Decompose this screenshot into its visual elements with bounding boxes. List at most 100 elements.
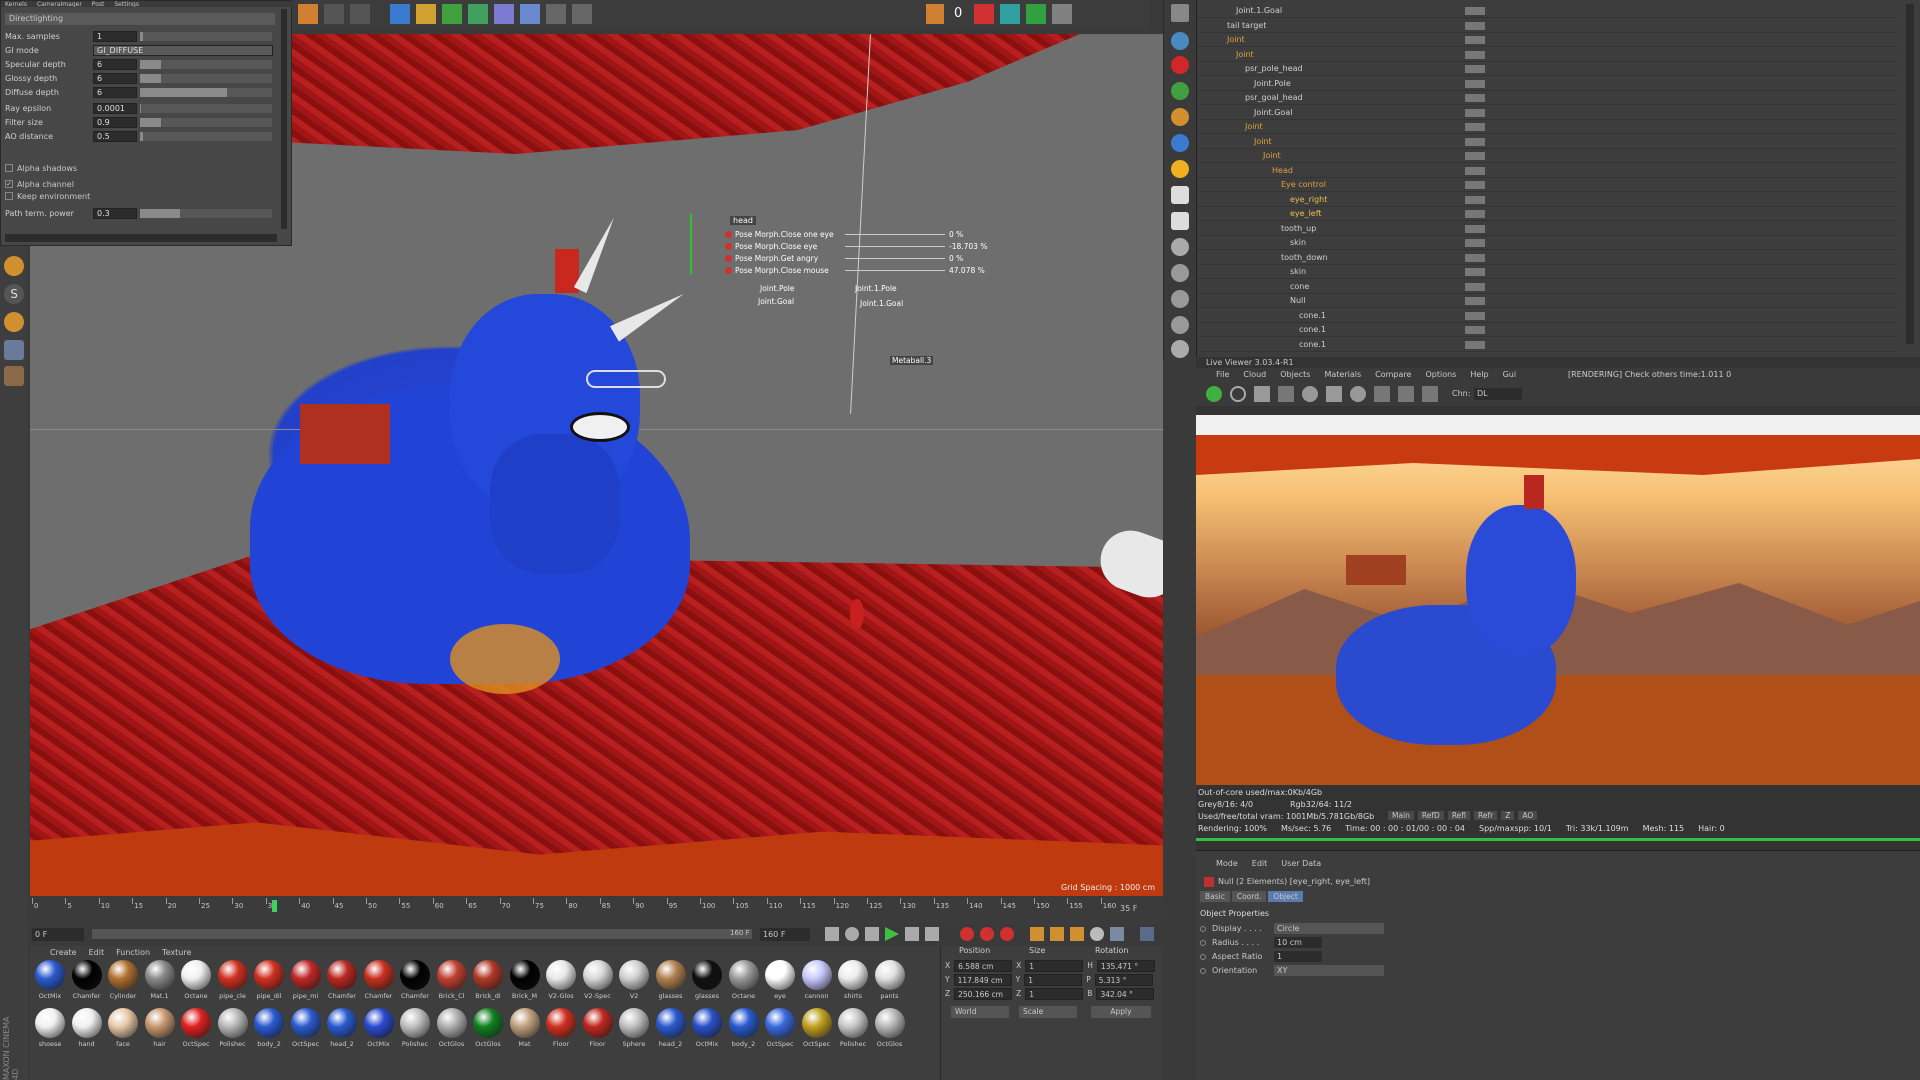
object-row[interactable]: Head (1197, 164, 1897, 178)
object-name[interactable]: psr_goal_head (1245, 91, 1303, 105)
hud-tag-metaball[interactable]: Metaball.3 (890, 356, 934, 365)
render-image[interactable] (1196, 415, 1920, 785)
object-row[interactable]: skin (1197, 265, 1897, 279)
pass-button[interactable]: Main (1388, 811, 1414, 820)
material-swatch[interactable]: head_2 (326, 1008, 358, 1054)
octane-live-icon[interactable] (974, 4, 994, 24)
hud-head-label[interactable]: head (730, 216, 756, 225)
object-row[interactable]: tooth_up (1197, 222, 1897, 236)
timeline-ruler[interactable]: 0510152025303540455055606570758085909510… (30, 898, 1163, 924)
material-swatch[interactable]: OctGlos (874, 1008, 906, 1054)
render-icon[interactable] (298, 4, 318, 24)
material-menu-item[interactable]: Texture (162, 946, 191, 960)
material-swatch[interactable]: Mat (509, 1008, 541, 1054)
coord-system-select[interactable]: World (951, 1006, 1009, 1018)
setting-slider[interactable] (140, 87, 272, 97)
setting-slider[interactable] (140, 59, 272, 69)
visibility-icon[interactable] (1465, 224, 1485, 233)
lv-menu-options[interactable]: Options (1425, 368, 1456, 382)
visibility-icon[interactable] (1465, 137, 1485, 146)
morph-track[interactable] (845, 269, 945, 271)
hud-morph-slider[interactable]: Pose Morph.Close eye -18.703 % (725, 240, 995, 252)
object-row[interactable]: cone.1 (1197, 309, 1897, 323)
object-name[interactable]: cone.1 (1299, 309, 1326, 323)
attr-menu-item[interactable]: Mode (1216, 859, 1238, 868)
start-frame-field[interactable]: 0 F (32, 928, 84, 941)
checkbox[interactable]: ✓ (5, 180, 13, 188)
setting-slider[interactable] (140, 131, 272, 141)
settings-tab-0[interactable]: Kernels (5, 1, 27, 7)
send-scene-icon[interactable] (1206, 386, 1222, 402)
restart-icon[interactable] (1230, 386, 1246, 402)
refresh-icon[interactable] (1171, 82, 1189, 100)
light-icon[interactable] (572, 4, 592, 24)
lv-menu-compare[interactable]: Compare (1375, 368, 1411, 382)
hud-tag-joint1-goal[interactable]: Joint.1.Goal (860, 299, 903, 308)
material-swatch[interactable]: Polishec (837, 1008, 869, 1054)
material-swatch[interactable]: Cylinder (107, 960, 139, 1006)
object-row[interactable]: Joint (1197, 120, 1897, 134)
gi-mode-select[interactable]: GI_DIFFUSE (93, 44, 273, 56)
settings-tab-3[interactable]: Settings (114, 1, 139, 7)
object-row[interactable]: Joint.Pole (1197, 77, 1897, 91)
material-swatch[interactable]: OctMix (34, 960, 66, 1006)
deformer-icon[interactable] (494, 4, 514, 24)
pla-key-icon[interactable] (1110, 927, 1124, 941)
visibility-icon[interactable] (1465, 297, 1485, 305)
anim-dot-icon[interactable] (1200, 953, 1206, 960)
material-swatch[interactable]: OctSpec (180, 1008, 212, 1054)
auto-key-icon[interactable] (980, 927, 994, 941)
visibility-icon[interactable] (1465, 282, 1485, 291)
snap-icon[interactable]: S (4, 284, 24, 304)
object-name[interactable]: Joint (1245, 120, 1263, 134)
hud-morph-slider[interactable]: Pose Morph.Close one eye 0 % (725, 228, 995, 240)
settings-icon[interactable] (1052, 4, 1072, 24)
y-axis-handle[interactable] (690, 214, 692, 274)
material-menu-item[interactable]: Function (116, 946, 150, 960)
visibility-icon[interactable] (1465, 326, 1485, 334)
lv-menu-file[interactable]: File (1216, 368, 1229, 382)
lv-menu-cloud[interactable]: Cloud (1243, 368, 1266, 382)
object-row[interactable]: tooth_down (1197, 251, 1897, 265)
object-row[interactable]: eye_right (1197, 193, 1897, 207)
material-swatch[interactable]: Brick_Cl (436, 960, 468, 1006)
render-view-icon[interactable] (324, 4, 344, 24)
visibility-icon[interactable] (1465, 50, 1485, 59)
material-swatch[interactable]: cannon (801, 960, 833, 1006)
material-swatch[interactable]: V2-Glos (545, 960, 577, 1006)
material-swatch[interactable]: glasses (691, 960, 723, 1006)
object-name[interactable]: Head (1272, 164, 1293, 178)
param-key-icon[interactable] (1090, 927, 1104, 941)
play-icon[interactable] (885, 927, 899, 941)
attr-menu-item[interactable]: Edit (1252, 859, 1268, 868)
pass-button[interactable]: AO (1518, 811, 1538, 820)
material-swatch[interactable]: hair (144, 1008, 176, 1054)
material-swatch[interactable]: Chamfer (71, 960, 103, 1006)
target-icon[interactable] (1171, 238, 1189, 256)
rotation-field[interactable]: 135.471 ° (1096, 960, 1155, 972)
octane-tools-icon[interactable] (1000, 4, 1020, 24)
settings-icon[interactable] (1302, 386, 1318, 402)
material-swatch[interactable]: head_2 (655, 1008, 687, 1054)
cube-icon[interactable] (390, 4, 410, 24)
object-name[interactable]: Joint (1236, 48, 1254, 62)
setting-value-field[interactable]: 6 (93, 86, 137, 98)
sun-icon[interactable] (1171, 160, 1189, 178)
visibility-icon[interactable] (1465, 210, 1485, 218)
goto-start-icon[interactable] (825, 927, 839, 941)
material-swatch[interactable]: glasses (655, 960, 687, 1006)
object-row[interactable]: Joint (1197, 149, 1897, 163)
attr-select[interactable]: Circle (1274, 923, 1384, 934)
gear-icon[interactable] (1171, 4, 1189, 22)
visibility-icon[interactable] (1465, 108, 1485, 117)
light-object-icon[interactable] (1171, 108, 1189, 126)
object-name[interactable]: cone.1 (1299, 323, 1326, 337)
hud-morph-slider[interactable]: Pose Morph.Close mouse 47.078 % (725, 264, 995, 276)
size-mode-select[interactable]: Scale (1019, 1006, 1077, 1018)
setting-slider[interactable] (140, 31, 272, 41)
material-swatch[interactable]: eye (764, 960, 796, 1006)
vertical-scrollbar[interactable] (281, 9, 287, 229)
object-row[interactable]: eye_left (1197, 207, 1897, 221)
paint-icon[interactable] (4, 312, 24, 332)
visibility-icon[interactable] (1465, 311, 1485, 320)
